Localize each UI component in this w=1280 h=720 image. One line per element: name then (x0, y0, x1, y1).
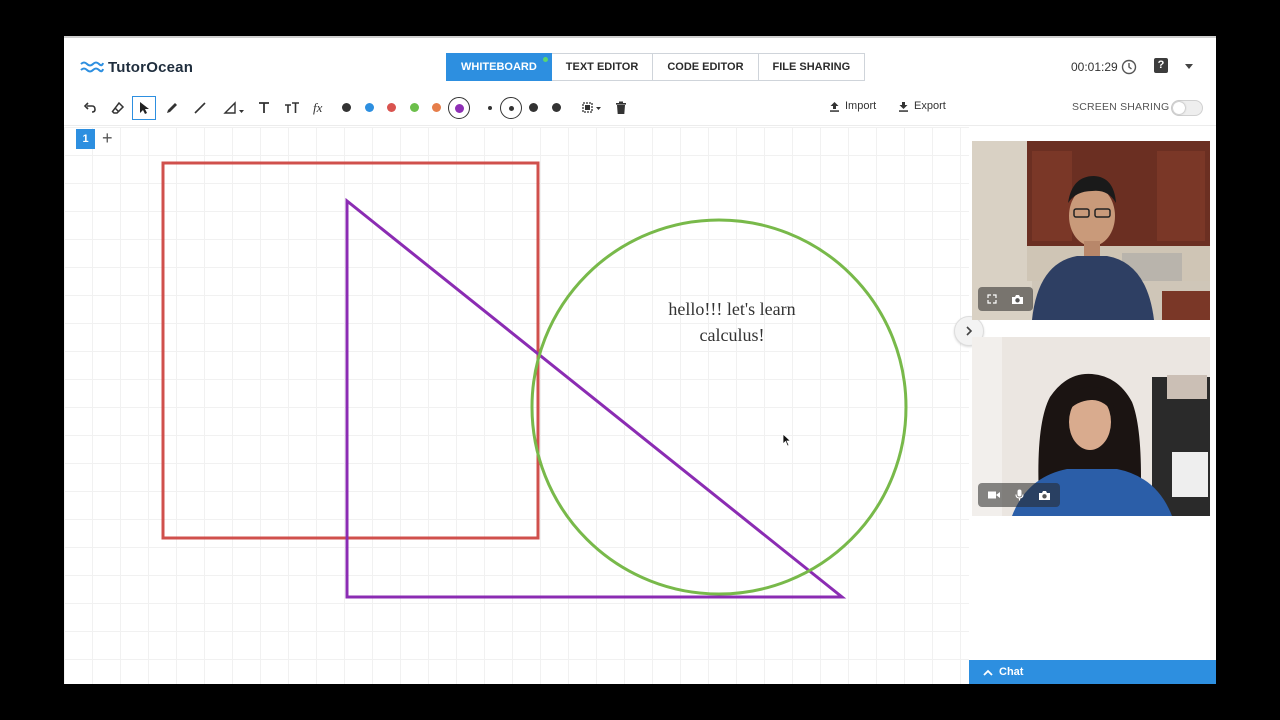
mode-tabs: WHITEBOARD TEXT EDITOR CODE EDITOR FILE … (446, 53, 866, 81)
toolbar: fx Import Export SCREEN SHARING (64, 90, 1216, 126)
toggle-knob (1173, 102, 1185, 114)
stroke-size-xlarge[interactable] (552, 103, 561, 112)
tab-file-sharing[interactable]: FILE SHARING (758, 53, 866, 81)
board-text[interactable]: hello!!! let's learn calculus! (654, 296, 810, 348)
text-icon[interactable] (252, 96, 276, 120)
camera-snapshot-icon[interactable] (1011, 294, 1024, 305)
chat-bar[interactable]: Chat (969, 660, 1216, 684)
stroke-size-large[interactable] (529, 103, 538, 112)
header: TutorOcean WHITEBOARD TEXT EDITOR CODE E… (64, 38, 1216, 90)
session-timer: 00:01:29 (1071, 60, 1118, 74)
selected-color-swatch (454, 103, 464, 113)
tab-whiteboard[interactable]: WHITEBOARD (446, 53, 552, 81)
wave-logo-icon (80, 61, 104, 73)
line-icon[interactable] (188, 96, 212, 120)
chevron-right-icon (966, 326, 973, 336)
color-red[interactable] (387, 103, 396, 112)
color-blue[interactable] (365, 103, 374, 112)
trash-icon[interactable] (609, 96, 633, 120)
pencil-icon[interactable] (160, 96, 184, 120)
chat-label: Chat (999, 666, 1024, 678)
import-label: Import (845, 100, 877, 112)
upload-icon (830, 101, 839, 112)
video-camera-icon[interactable] (987, 490, 1001, 500)
board-text-line-2: calculus! (699, 325, 765, 345)
microphone-icon[interactable] (1015, 489, 1024, 501)
tutor-video-controls (978, 287, 1033, 311)
export-label: Export (914, 100, 946, 112)
stroke-size-dot (508, 105, 514, 111)
screen-sharing-toggle[interactable] (1171, 100, 1203, 116)
student-video (972, 337, 1210, 516)
color-black[interactable] (342, 103, 351, 112)
color-green[interactable] (410, 103, 419, 112)
undo-icon[interactable] (78, 96, 102, 120)
tab-label: CODE EDITOR (667, 61, 744, 73)
import-button[interactable]: Import (829, 100, 876, 112)
chevron-down-icon[interactable] (1185, 64, 1193, 69)
color-purple-selected[interactable] (448, 97, 470, 119)
export-button[interactable]: Export (898, 100, 946, 112)
logo: TutorOcean (80, 57, 193, 77)
stroke-size-medium-selected[interactable] (500, 97, 522, 119)
chevron-up-icon (983, 669, 993, 676)
red-square-shape[interactable] (161, 161, 540, 540)
mouse-cursor-icon (782, 433, 792, 447)
clock-icon (1121, 59, 1137, 75)
eraser-icon[interactable] (106, 96, 130, 120)
board-text-line-1: hello!!! let's learn (668, 299, 796, 319)
app-window: TutorOcean WHITEBOARD TEXT EDITOR CODE E… (64, 36, 1216, 684)
app-name: TutorOcean (108, 58, 194, 76)
stroke-size-small[interactable] (488, 106, 492, 110)
tab-code-editor[interactable]: CODE EDITOR (653, 53, 759, 81)
text-size-icon[interactable] (280, 96, 304, 120)
arrange-icon[interactable] (578, 96, 606, 120)
tab-label: TEXT EDITOR (565, 61, 639, 73)
green-circle-shape[interactable] (530, 218, 908, 596)
tab-text-editor[interactable]: TEXT EDITOR (551, 53, 654, 81)
whiteboard-canvas[interactable]: 1 + hello!!! let's learn calculus! (64, 127, 969, 684)
student-video-controls (978, 483, 1060, 507)
fullscreen-icon[interactable] (987, 294, 997, 304)
screen-sharing-label: SCREEN SHARING (1072, 101, 1170, 113)
select-icon[interactable] (132, 96, 156, 120)
tab-label: FILE SHARING (772, 61, 851, 73)
shapes-layer (161, 161, 908, 599)
camera-snapshot-icon[interactable] (1038, 490, 1051, 501)
tutor-video (972, 141, 1210, 320)
tab-label: WHITEBOARD (461, 61, 537, 73)
formula-icon[interactable]: fx (308, 96, 332, 120)
active-dot (542, 57, 548, 62)
shape-icon[interactable] (220, 96, 248, 120)
help-icon[interactable]: ? (1154, 58, 1168, 73)
download-icon (899, 101, 908, 112)
svg-text:fx: fx (313, 101, 323, 115)
color-orange[interactable] (432, 103, 441, 112)
